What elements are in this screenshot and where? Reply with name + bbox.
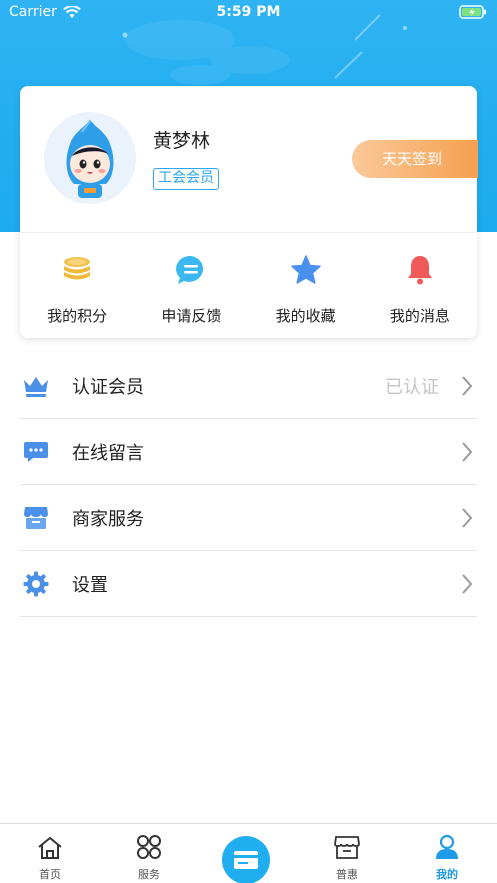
quick-action-label: 我的收藏 xyxy=(275,307,336,325)
person-icon xyxy=(407,824,487,860)
shop-icon xyxy=(307,824,387,860)
chevron-right-icon xyxy=(462,376,473,396)
battery-icon xyxy=(459,5,487,23)
chevron-right-icon xyxy=(462,574,473,594)
quick-action-messages[interactable]: 我的消息 xyxy=(363,233,477,338)
chevron-right-icon xyxy=(462,508,473,528)
tab-label: 普惠 xyxy=(336,868,358,881)
quick-action-label: 我的消息 xyxy=(389,307,450,325)
menu-item-verify-member[interactable]: 认证会员 已认证 xyxy=(20,353,477,419)
crown-icon xyxy=(20,370,52,402)
profile-card: 黄梦林 工会会员 天天签到 我的积分 申请反馈 我的收藏 我的消息 xyxy=(20,86,478,338)
tab-mine[interactable]: 我的 xyxy=(407,824,487,883)
menu-item-merchant-service[interactable]: 商家服务 xyxy=(20,485,477,551)
tab-services[interactable]: 服务 xyxy=(109,824,189,883)
tab-label: 服务 xyxy=(138,868,160,881)
menu-item-label: 认证会员 xyxy=(72,376,144,398)
coins-icon xyxy=(60,253,94,287)
menu-item-label: 设置 xyxy=(72,574,108,596)
menu-item-label: 商家服务 xyxy=(72,508,144,530)
tab-home[interactable]: 首页 xyxy=(10,824,90,883)
member-badge: 工会会员 xyxy=(153,168,219,190)
message-icon xyxy=(20,436,52,468)
tab-bar: 首页 服务 普惠 我的 xyxy=(0,823,497,883)
menu-item-label: 在线留言 xyxy=(72,442,144,464)
verification-status: 已认证 xyxy=(385,376,439,398)
quick-action-favorites[interactable]: 我的收藏 xyxy=(249,233,363,338)
center-card-button[interactable] xyxy=(222,836,270,883)
menu-item-online-message[interactable]: 在线留言 xyxy=(20,419,477,485)
gear-icon xyxy=(20,568,52,600)
bell-icon xyxy=(403,253,437,287)
tab-benefits[interactable]: 普惠 xyxy=(307,824,387,883)
daily-signin-button[interactable]: 天天签到 xyxy=(352,140,478,178)
quick-action-points[interactable]: 我的积分 xyxy=(20,233,134,338)
avatar[interactable] xyxy=(44,112,136,204)
quick-action-label: 申请反馈 xyxy=(161,307,222,325)
quick-action-feedback[interactable]: 申请反馈 xyxy=(134,233,248,338)
mascot-avatar-image xyxy=(44,112,136,204)
menu-list: 认证会员 已认证 在线留言 商家服务 设置 xyxy=(20,353,477,617)
card-icon xyxy=(234,851,258,869)
quick-action-label: 我的积分 xyxy=(47,307,108,325)
chat-bubble-icon xyxy=(174,253,208,287)
user-name: 黄梦林 xyxy=(153,130,211,152)
tab-label: 我的 xyxy=(436,868,458,881)
status-time: 5:59 PM xyxy=(216,4,281,20)
grid-icon xyxy=(109,824,189,860)
status-bar: Carrier 5:59 PM xyxy=(0,0,497,26)
store-icon xyxy=(20,502,52,534)
menu-item-settings[interactable]: 设置 xyxy=(20,551,477,617)
tab-label: 首页 xyxy=(39,868,61,881)
star-icon xyxy=(289,253,323,287)
chevron-right-icon xyxy=(462,442,473,462)
home-icon xyxy=(10,824,90,860)
quick-actions: 我的积分 申请反馈 我的收藏 我的消息 xyxy=(20,233,477,338)
